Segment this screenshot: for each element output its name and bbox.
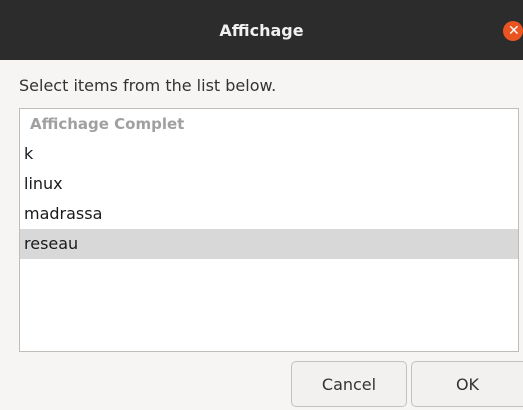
ok-button[interactable]: OK (411, 361, 523, 407)
list-column-header[interactable]: Affichage Complet (20, 109, 518, 139)
list-item-reseau[interactable]: reseau (20, 229, 518, 259)
prompt-text: Select items from the list below. (19, 76, 277, 95)
list-item-linux[interactable]: linux (20, 169, 518, 199)
close-icon: ✕ (508, 23, 520, 39)
items-list[interactable]: Affichage Complet k linux madrassa resea… (19, 108, 519, 352)
cancel-button[interactable]: Cancel (291, 361, 407, 407)
close-button[interactable]: ✕ (503, 21, 523, 41)
title-bar: Affichage ✕ (0, 0, 523, 60)
list-item-madrassa[interactable]: madrassa (20, 199, 518, 229)
window-title: Affichage (219, 20, 304, 40)
dialog-window: Affichage ✕ Select items from the list b… (0, 0, 523, 410)
list-item-k[interactable]: k (20, 139, 518, 169)
